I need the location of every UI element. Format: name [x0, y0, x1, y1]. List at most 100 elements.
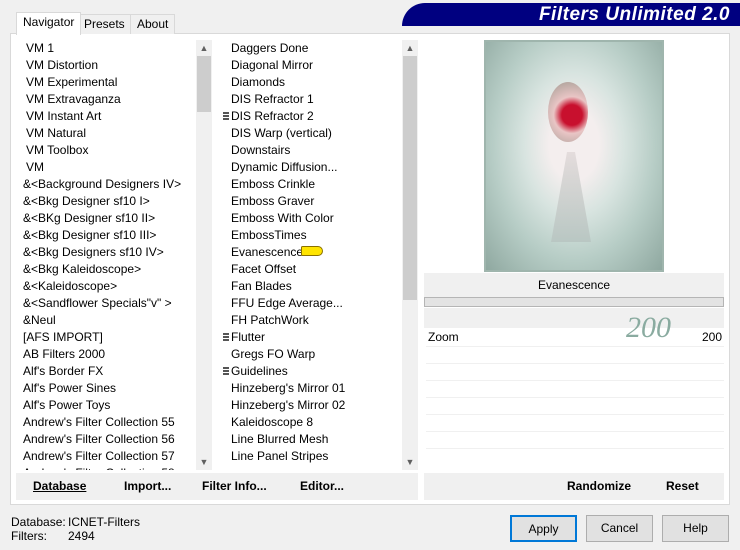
filter-item[interactable]: Kaleidoscope 8 [231, 414, 402, 431]
group-icon [223, 112, 229, 121]
category-item[interactable]: Alf's Power Sines [23, 380, 196, 397]
category-scrollbar[interactable]: ▲ ▼ [196, 40, 212, 470]
help-button[interactable]: Help [662, 515, 729, 542]
category-item[interactable]: VM [23, 159, 196, 176]
filter-item[interactable]: Daggers Done [231, 40, 402, 57]
category-item[interactable]: AB Filters 2000 [23, 346, 196, 363]
pointing-hand-icon [301, 246, 323, 256]
filter-label: Diamonds [231, 75, 286, 89]
filter-label: DIS Refractor 2 [231, 109, 314, 123]
category-item[interactable]: [AFS IMPORT] [23, 329, 196, 346]
filter-label: Line Blurred Mesh [231, 432, 329, 446]
category-item[interactable]: VM Experimental [23, 74, 196, 91]
filter-item[interactable]: Diamonds [231, 74, 402, 91]
import-button[interactable]: Import... [124, 473, 171, 500]
category-item[interactable]: VM Extravaganza [23, 91, 196, 108]
scrollbar-thumb[interactable] [197, 56, 211, 112]
filter-preview-image [484, 40, 664, 272]
apply-button[interactable]: Apply [510, 515, 577, 542]
chevron-down-icon[interactable]: ▼ [402, 454, 418, 470]
category-item[interactable]: &<Kaleidoscope> [23, 278, 196, 295]
scrollbar-thumb[interactable] [403, 56, 417, 300]
filters-count-label: Filters: [11, 529, 47, 543]
filter-label: Kaleidoscope 8 [231, 415, 314, 429]
filter-info-button[interactable]: Filter Info... [202, 473, 267, 500]
category-item[interactable]: Andrew's Filter Collection 58 [23, 465, 196, 470]
filter-item[interactable]: DIS Refractor 2 [223, 108, 402, 125]
database-button[interactable]: Database [33, 473, 86, 500]
filter-item[interactable]: Flutter [223, 329, 402, 346]
filter-label: Guidelines [231, 364, 288, 378]
category-item[interactable]: &<Bkg Designer sf10 I> [23, 193, 196, 210]
category-item[interactable]: VM Natural [23, 125, 196, 142]
category-list[interactable]: VM 1 VM Distortion VM Experimental VM Extra… [18, 40, 196, 470]
filter-item[interactable]: DIS Refractor 1 [231, 91, 402, 108]
filter-item[interactable]: FH PatchWork [231, 312, 402, 329]
category-item[interactable]: &<Background Designers IV> [23, 176, 196, 193]
category-item[interactable]: &Neul [23, 312, 196, 329]
chevron-down-icon[interactable]: ▼ [196, 454, 212, 470]
filter-item[interactable]: EmbossTimes [231, 227, 402, 244]
tab-about[interactable]: About [130, 14, 176, 34]
filter-item[interactable]: Emboss Crinkle [231, 176, 402, 193]
reset-button[interactable]: Reset [666, 473, 699, 500]
tab-navigator[interactable]: Navigator [16, 12, 82, 35]
category-item[interactable]: VM 1 [23, 40, 196, 57]
filter-item[interactable]: Facet Offset [231, 261, 402, 278]
filter-item[interactable]: Diagonal Mirror [231, 57, 402, 74]
chevron-up-icon[interactable]: ▲ [402, 40, 418, 56]
filter-item[interactable]: Evanescence [231, 244, 402, 261]
category-item[interactable]: &<Bkg Designers sf10 IV> [23, 244, 196, 261]
tab-presets[interactable]: Presets [77, 14, 132, 34]
category-item[interactable]: Andrew's Filter Collection 56 [23, 431, 196, 448]
app-title-banner: Filters Unlimited 2.0 [402, 3, 740, 26]
filter-item[interactable]: Gregs FO Warp [231, 346, 402, 363]
filter-label: Gregs FO Warp [231, 347, 316, 361]
filter-label: FFU Edge Average... [231, 296, 343, 310]
category-item[interactable]: &<Bkg Kaleidoscope> [23, 261, 196, 278]
group-icon [223, 367, 229, 376]
category-item[interactable]: VM Distortion [23, 57, 196, 74]
filter-label: FH PatchWork [231, 313, 309, 327]
param-label: Zoom [428, 330, 459, 344]
filter-list[interactable]: Daggers Done Diagonal Mirror Diamonds DIS R… [223, 40, 402, 470]
filter-label: Evanescence [231, 245, 304, 259]
category-item[interactable]: &<BKg Designer sf10 II> [23, 210, 196, 227]
filter-label: Diagonal Mirror [231, 58, 314, 72]
category-item[interactable]: Andrew's Filter Collection 57 [23, 448, 196, 465]
filter-item[interactable]: Hinzeberg's Mirror 02 [231, 397, 402, 414]
category-item[interactable]: Andrew's Filter Collection 55 [23, 414, 196, 431]
category-item[interactable]: &<Sandflower Specials"v" > [23, 295, 196, 312]
filter-item[interactable]: Guidelines [223, 363, 402, 380]
filter-item[interactable]: Dynamic Diffusion... [231, 159, 402, 176]
category-item[interactable]: Alf's Power Toys [23, 397, 196, 414]
param-value: 200 [701, 330, 722, 344]
randomize-button[interactable]: Randomize [567, 473, 631, 500]
filter-item[interactable]: DIS Warp (vertical) [231, 125, 402, 142]
filter-label: Emboss Graver [231, 194, 315, 208]
category-item[interactable]: &<Bkg Designer sf10 III> [23, 227, 196, 244]
filter-label: Downstairs [231, 143, 291, 157]
filter-item[interactable]: FFU Edge Average... [231, 295, 402, 312]
navigator-button-bar: Database Import... Filter Info... Editor… [16, 473, 418, 500]
filters-count-value: 2494 [68, 529, 95, 543]
category-item[interactable]: VM Instant Art [23, 108, 196, 125]
filter-item[interactable]: Downstairs [231, 142, 402, 159]
cancel-button[interactable]: Cancel [586, 515, 653, 542]
editor-button[interactable]: Editor... [300, 473, 344, 500]
filter-scrollbar[interactable]: ▲ ▼ [402, 40, 418, 470]
filter-item[interactable]: Emboss With Color [231, 210, 402, 227]
filter-item[interactable]: Line Panel Stripes [231, 448, 402, 465]
filter-item[interactable]: Emboss Graver [231, 193, 402, 210]
filter-label: Emboss Crinkle [231, 177, 316, 191]
param-row-zoom[interactable]: Zoom 200 200 [426, 313, 724, 347]
chevron-up-icon[interactable]: ▲ [196, 40, 212, 56]
filter-item[interactable]: Hinzeberg's Mirror 01 [231, 380, 402, 397]
filter-item[interactable]: Fan Blades [231, 278, 402, 295]
filter-label: Daggers Done [231, 41, 309, 55]
database-value: ICNET-Filters [68, 515, 140, 529]
category-item[interactable]: VM Toolbox [23, 142, 196, 159]
filter-label: Line Panel Stripes [231, 449, 329, 463]
category-item[interactable]: Alf's Border FX [23, 363, 196, 380]
filter-item[interactable]: Line Blurred Mesh [231, 431, 402, 448]
